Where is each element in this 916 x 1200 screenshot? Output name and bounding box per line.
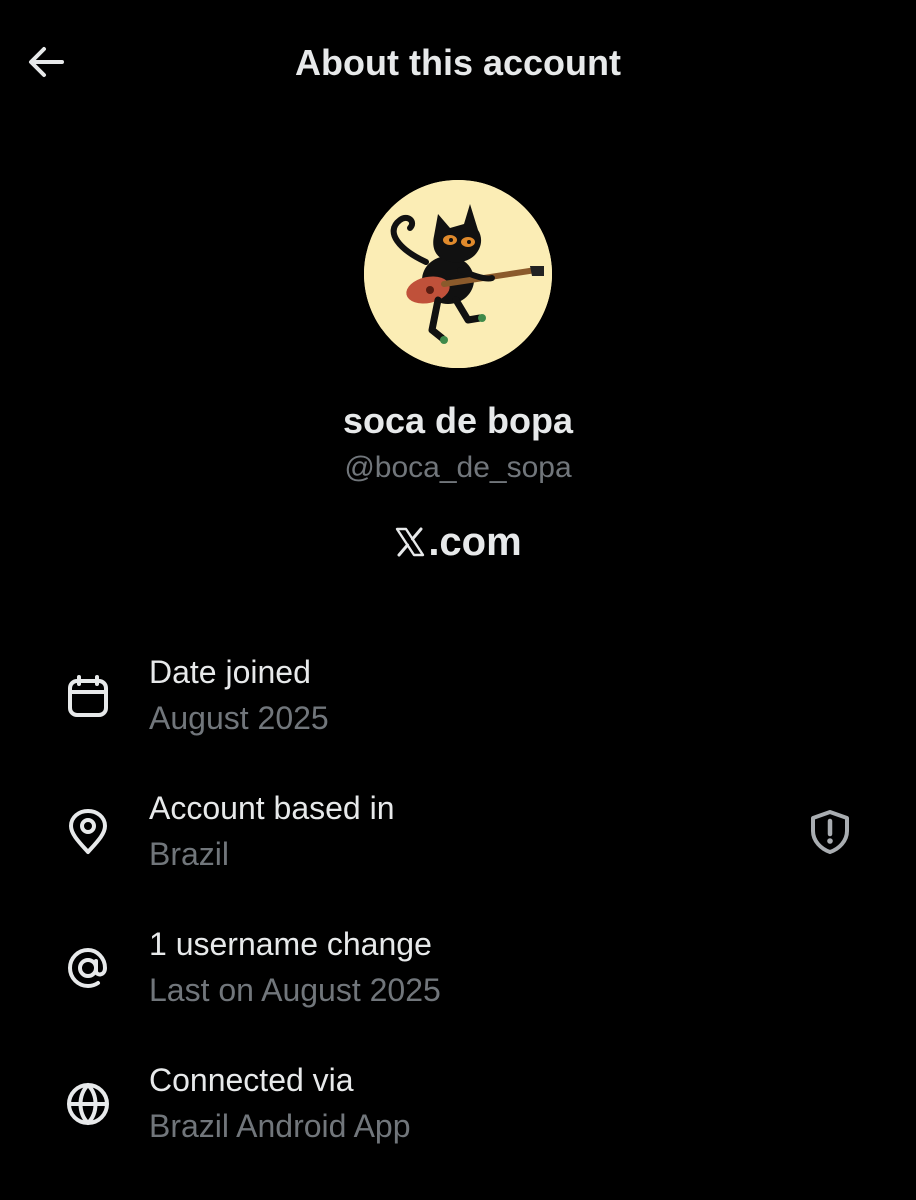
detail-value: Last on August 2025	[149, 972, 441, 1008]
detail-value: August 2025	[149, 700, 329, 736]
display-name: soca de bopa	[342, 400, 574, 441]
x-com-brand: .com	[0, 514, 916, 570]
detail-value: Brazil Android App	[149, 1108, 411, 1144]
detail-label: 1 username change	[149, 926, 432, 962]
cat-playing-guitar-avatar	[364, 180, 552, 368]
detail-row-date-joined: Date joined August 2025	[0, 650, 916, 760]
detail-label: Account based in	[149, 790, 395, 826]
page-title: About this account	[295, 42, 621, 83]
globe-icon	[60, 1076, 116, 1132]
location-pin-icon	[60, 804, 116, 860]
detail-label: Connected via	[149, 1062, 354, 1098]
detail-row-account-based-in: Account based in Brazil	[0, 786, 916, 896]
at-sign-icon	[60, 940, 116, 996]
avatar[interactable]	[364, 180, 552, 368]
brand-text: .com	[428, 520, 522, 564]
detail-label: Date joined	[149, 654, 311, 690]
detail-row-username-change: 1 username change Last on August 2025	[0, 922, 916, 1032]
detail-value: Brazil	[149, 836, 230, 872]
username-handle: @boca_de_sopa	[344, 451, 572, 484]
x-logo-icon	[396, 527, 425, 557]
shield-alert-icon[interactable]	[802, 804, 858, 860]
calendar-icon	[60, 668, 116, 724]
detail-row-connected-via: Connected via Brazil Android App	[0, 1058, 916, 1168]
top-bar: About this account	[0, 0, 916, 128]
